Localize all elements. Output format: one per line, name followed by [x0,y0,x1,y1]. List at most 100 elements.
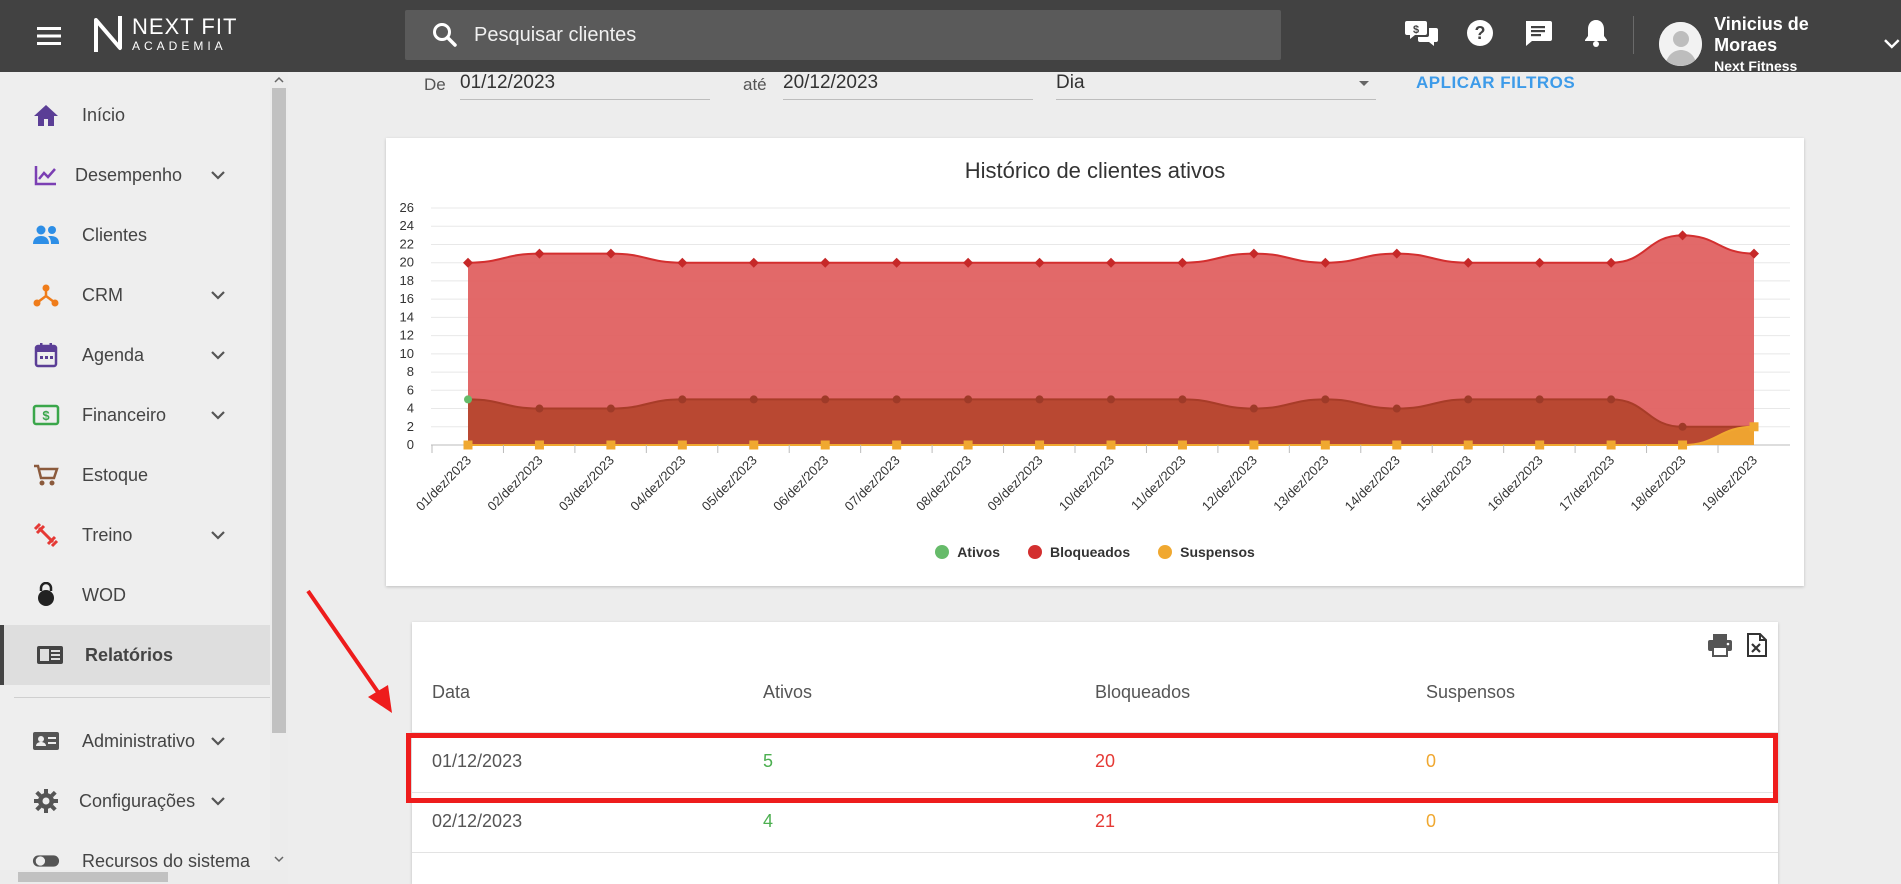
x-tick-label: 07/dez/2023 [842,453,903,514]
cart-icon [32,461,60,489]
data-point-suspensos [1035,440,1045,450]
sidebar-scrollbar[interactable] [270,72,288,884]
from-label: De [424,75,446,94]
sidebar-item-estoque[interactable]: Estoque [0,445,270,505]
x-tick-label: 18/dez/2023 [1627,453,1688,514]
chevron-down-icon [211,411,225,420]
logo[interactable]: NEXT FIT ACADEMIA [92,14,237,54]
scroll-up-icon[interactable] [274,76,284,84]
home-icon [32,101,60,129]
sidebar-divider [14,697,270,698]
data-point-ativos [892,395,901,404]
sidebar-item-financeiro[interactable]: $ Financeiro [0,385,270,445]
sidebar-item-configuracoes[interactable]: Configurações [0,771,270,831]
sidebar-item-label: Financeiro [82,404,167,425]
to-date-input[interactable]: 20/12/2023 [783,70,1033,100]
hscrollbar-thumb[interactable] [18,872,168,882]
sidebar-item-administrativo[interactable]: Administrativo [0,711,270,771]
sidebar-item-clientes[interactable]: Clientes [0,205,270,265]
search-bar[interactable] [405,10,1281,60]
help-icon[interactable]: ? [1463,16,1497,50]
print-icon[interactable] [1706,632,1734,663]
sidebar-item-label: WOD [82,584,126,605]
data-point-ativos [1249,404,1258,413]
column-header-date[interactable]: Data [432,682,470,703]
search-input[interactable] [474,23,1254,47]
sidebar-item-inicio[interactable]: Início [0,85,270,145]
data-point-ativos [1607,395,1616,404]
data-point-suspensos [1177,440,1187,450]
sidebar-hscrollbar[interactable] [0,870,270,884]
chevron-down-icon [211,797,225,806]
sidebar-item-label: Clientes [82,224,148,245]
user-menu[interactable]: Vinicius de Moraes Next Fitness [1659,14,1901,74]
menu-icon[interactable] [34,22,64,50]
chat-money-icon[interactable]: $ [1405,16,1439,50]
sidebar-item-label: Administrativo [82,730,196,751]
sidebar-item-label: CRM [82,284,123,305]
column-header-suspensos[interactable]: Suspensos [1426,682,1515,703]
data-point-suspensos [463,440,473,450]
x-tick-label: 17/dez/2023 [1556,453,1617,514]
y-tick-label: 0 [407,437,414,452]
data-point-suspensos [1749,422,1759,432]
excel-icon[interactable] [1746,632,1768,663]
sidebar-item-treino[interactable]: Treino [0,505,270,565]
legend-dot [1027,545,1042,559]
y-tick-label: 26 [400,200,414,215]
legend-item-ativos[interactable]: Ativos [935,544,1000,560]
sidebar-item-label: Recursos do sistema [82,850,251,871]
to-label: até [743,75,767,94]
chart: 0246810121416182022242601/dez/2023 02/dez… [400,200,1790,514]
svg-text:?: ? [1475,23,1486,43]
apply-filters-button[interactable]: APLICAR FILTROS [1416,73,1575,93]
from-date-input[interactable]: 01/12/2023 [460,70,710,100]
column-header-ativos[interactable]: Ativos [763,682,812,703]
legend-item-bloqueados[interactable]: Bloqueados [1027,544,1130,560]
chevron-down-icon [211,737,225,746]
period-select[interactable]: Dia [1056,70,1376,100]
period-value: Dia [1056,72,1085,93]
sidebar-item-desempenho[interactable]: Desempenho [0,145,270,205]
data-point-ativos [1464,395,1473,404]
sidebar-item-crm[interactable]: CRM [0,265,270,325]
x-tick-label: 06/dez/2023 [770,453,831,514]
kettlebell-icon [32,581,60,609]
logo-mark-icon [94,16,122,52]
data-point-ativos [535,404,544,413]
data-point-ativos [1535,395,1544,404]
x-tick-label: 02/dez/2023 [484,453,545,514]
top-divider [1633,16,1634,54]
gear-icon [32,787,60,815]
y-tick-label: 6 [407,382,414,397]
user-name: Vinicius de Moraes [1714,14,1809,55]
sidebar-item-label: Agenda [82,344,145,365]
legend-label: Ativos [957,544,1000,560]
caret-down-icon [1359,81,1369,86]
data-point-suspensos [963,440,973,450]
top-bar: NEXT FIT ACADEMIA $ ? Vinicius de Moraes… [0,0,1901,74]
sidebar-item-agenda[interactable]: Agenda [0,325,270,385]
x-tick-label: 13/dez/2023 [1270,453,1331,514]
x-tick-label: 19/dez/2023 [1699,453,1760,514]
data-point-suspensos [749,440,759,450]
data-point-ativos [749,395,758,404]
sidebar-item-wod[interactable]: WOD [0,565,270,625]
message-icon[interactable] [1521,16,1555,50]
column-header-bloqueados[interactable]: Bloqueados [1095,682,1190,703]
scrollbar-thumb[interactable] [272,88,286,733]
people-icon [32,221,60,249]
data-point-suspensos [892,440,902,450]
avatar [1659,22,1703,66]
scroll-down-icon[interactable] [274,855,284,863]
sidebar-item-label: Relatórios [85,644,174,665]
sidebar-item-relatorios[interactable]: Relatórios [0,625,270,685]
data-point-suspensos [1106,440,1116,450]
data-point-suspensos [534,440,544,450]
legend-item-suspensos[interactable]: Suspensos [1158,544,1255,560]
y-tick-label: 20 [400,255,414,270]
chevron-down-icon [211,291,225,300]
cell-bloqueados: 21 [1095,811,1116,831]
legend-label: Suspensos [1180,544,1255,560]
bell-icon[interactable] [1579,16,1613,50]
